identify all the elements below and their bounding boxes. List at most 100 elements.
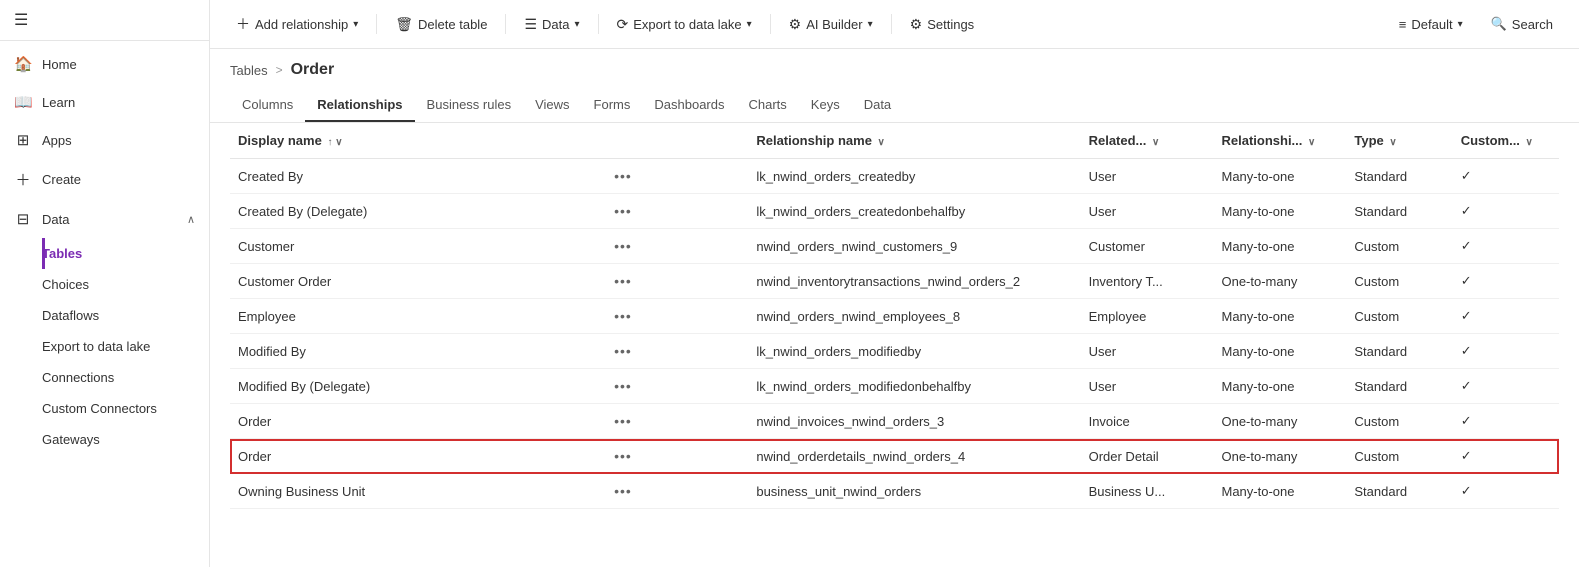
cell-dots[interactable]: •••: [602, 369, 748, 404]
tab-data[interactable]: Data: [852, 89, 903, 122]
export-lake-label: Export to data lake: [42, 339, 150, 354]
sidebar-item-create[interactable]: ＋ Create: [0, 159, 209, 200]
cell-related: User: [1081, 194, 1214, 229]
sidebar-item-learn[interactable]: 📖 Learn: [0, 83, 209, 121]
learn-icon: 📖: [14, 93, 32, 111]
default-label: Default: [1411, 17, 1452, 32]
row-menu-dots[interactable]: •••: [610, 168, 636, 184]
table-row[interactable]: Modified By ••• lk_nwind_orders_modified…: [230, 334, 1559, 369]
tab-dashboards[interactable]: Dashboards: [642, 89, 736, 122]
cell-dots[interactable]: •••: [602, 229, 748, 264]
row-menu-dots[interactable]: •••: [610, 203, 636, 219]
cell-type: Standard: [1346, 159, 1452, 194]
row-menu-dots[interactable]: •••: [610, 448, 636, 464]
col-header-relationship[interactable]: Relationshi... ∨: [1213, 123, 1346, 159]
cell-type: Standard: [1346, 194, 1452, 229]
cell-rel-name: lk_nwind_orders_createdonbehalfby: [748, 194, 1080, 229]
cell-dots[interactable]: •••: [602, 299, 748, 334]
sidebar-item-choices[interactable]: Choices: [42, 269, 209, 300]
data-button[interactable]: ☰ Data ▾: [514, 10, 589, 39]
row-menu-dots[interactable]: •••: [610, 378, 636, 394]
cell-custom: ✓: [1453, 229, 1559, 264]
col-header-rel-name[interactable]: Relationship name ∨: [748, 123, 1080, 159]
sort-icon: ∨: [1152, 137, 1159, 148]
create-icon: ＋: [14, 169, 32, 190]
cell-dots[interactable]: •••: [602, 474, 748, 509]
cell-relationship: Many-to-one: [1213, 299, 1346, 334]
check-icon: ✓: [1461, 238, 1472, 253]
sidebar-item-apps[interactable]: ⊞ Apps: [0, 121, 209, 159]
default-button[interactable]: ≡ Default ▾: [1389, 11, 1473, 38]
search-button[interactable]: 🔍 Search: [1481, 10, 1563, 38]
sidebar-item-gateways[interactable]: Gateways: [42, 424, 209, 455]
row-menu-dots[interactable]: •••: [610, 308, 636, 324]
check-icon: ✓: [1461, 413, 1472, 428]
add-relationship-button[interactable]: ＋ Add relationship ▾: [226, 8, 368, 40]
delete-table-button[interactable]: 🗑 Delete table: [385, 10, 497, 39]
dropdown-icon: ▾: [353, 19, 358, 30]
cell-custom: ✓: [1453, 439, 1559, 474]
tab-keys[interactable]: Keys: [799, 89, 852, 122]
col-header-custom[interactable]: Custom... ∨: [1453, 123, 1559, 159]
sort-icon: ∨: [1389, 137, 1396, 148]
sidebar-item-home[interactable]: 🏠 Home: [0, 45, 209, 83]
cell-dots[interactable]: •••: [602, 264, 748, 299]
export-lake-button[interactable]: ⟳ Export to data lake ▾: [607, 10, 762, 39]
col-header-display-name[interactable]: Display name ↑ ∨: [230, 123, 602, 159]
sidebar-item-data[interactable]: ⊟ Data ∧: [0, 200, 209, 238]
dropdown-icon: ▾: [1458, 19, 1463, 30]
row-menu-dots[interactable]: •••: [610, 483, 636, 499]
breadcrumb-tables[interactable]: Tables: [230, 63, 268, 78]
sidebar-item-label: Home: [42, 57, 77, 72]
table-row[interactable]: Customer ••• nwind_orders_nwind_customer…: [230, 229, 1559, 264]
row-menu-dots[interactable]: •••: [610, 273, 636, 289]
cell-display-name: Customer Order: [230, 264, 602, 299]
table-row[interactable]: Employee ••• nwind_orders_nwind_employee…: [230, 299, 1559, 334]
tab-relationships[interactable]: Relationships: [305, 89, 414, 122]
cell-type: Standard: [1346, 474, 1452, 509]
cell-dots[interactable]: •••: [602, 334, 748, 369]
cell-dots[interactable]: •••: [602, 194, 748, 229]
check-icon: ✓: [1461, 378, 1472, 393]
table-row[interactable]: Created By (Delegate) ••• lk_nwind_order…: [230, 194, 1559, 229]
sidebar-item-dataflows[interactable]: Dataflows: [42, 300, 209, 331]
cell-dots[interactable]: •••: [602, 159, 748, 194]
tab-business-rules[interactable]: Business rules: [415, 89, 524, 122]
cell-dots[interactable]: •••: [602, 439, 748, 474]
sidebar-item-connections[interactable]: Connections: [42, 362, 209, 393]
row-menu-dots[interactable]: •••: [610, 238, 636, 254]
cell-related: Customer: [1081, 229, 1214, 264]
tab-forms[interactable]: Forms: [582, 89, 643, 122]
tab-charts[interactable]: Charts: [737, 89, 799, 122]
table-row[interactable]: Order ••• nwind_invoices_nwind_orders_3 …: [230, 404, 1559, 439]
row-menu-dots[interactable]: •••: [610, 413, 636, 429]
settings-label: Settings: [927, 17, 974, 32]
cell-relationship: One-to-many: [1213, 404, 1346, 439]
connectors-label: Custom Connectors: [42, 401, 157, 416]
row-menu-dots[interactable]: •••: [610, 343, 636, 359]
col-header-related[interactable]: Related... ∨: [1081, 123, 1214, 159]
tab-columns[interactable]: Columns: [230, 89, 305, 122]
cell-display-name: Employee: [230, 299, 602, 334]
cell-related: User: [1081, 334, 1214, 369]
hamburger-icon[interactable]: ☰: [14, 10, 28, 30]
table-row[interactable]: Order ••• nwind_orderdetails_nwind_order…: [230, 439, 1559, 474]
sidebar-header: ☰: [0, 0, 209, 41]
table-row[interactable]: Customer Order ••• nwind_inventorytransa…: [230, 264, 1559, 299]
cell-custom: ✓: [1453, 474, 1559, 509]
cell-rel-name: nwind_orders_nwind_customers_9: [748, 229, 1080, 264]
table-row[interactable]: Modified By (Delegate) ••• lk_nwind_orde…: [230, 369, 1559, 404]
settings-button[interactable]: ⚙ Settings: [900, 10, 985, 39]
ai-builder-button[interactable]: ⚙ AI Builder ▾: [779, 10, 883, 39]
table-row[interactable]: Owning Business Unit ••• business_unit_n…: [230, 474, 1559, 509]
tab-views[interactable]: Views: [523, 89, 581, 122]
col-header-type[interactable]: Type ∨: [1346, 123, 1452, 159]
sidebar-item-tables[interactable]: Tables: [42, 238, 209, 269]
sidebar-item-export-lake[interactable]: Export to data lake: [42, 331, 209, 362]
sidebar-item-connectors[interactable]: Custom Connectors: [42, 393, 209, 424]
dropdown-icon: ▾: [868, 19, 873, 30]
sidebar-item-label: Create: [42, 172, 81, 187]
cell-dots[interactable]: •••: [602, 404, 748, 439]
table-row[interactable]: Created By ••• lk_nwind_orders_createdby…: [230, 159, 1559, 194]
cell-rel-name: nwind_orderdetails_nwind_orders_4: [748, 439, 1080, 474]
